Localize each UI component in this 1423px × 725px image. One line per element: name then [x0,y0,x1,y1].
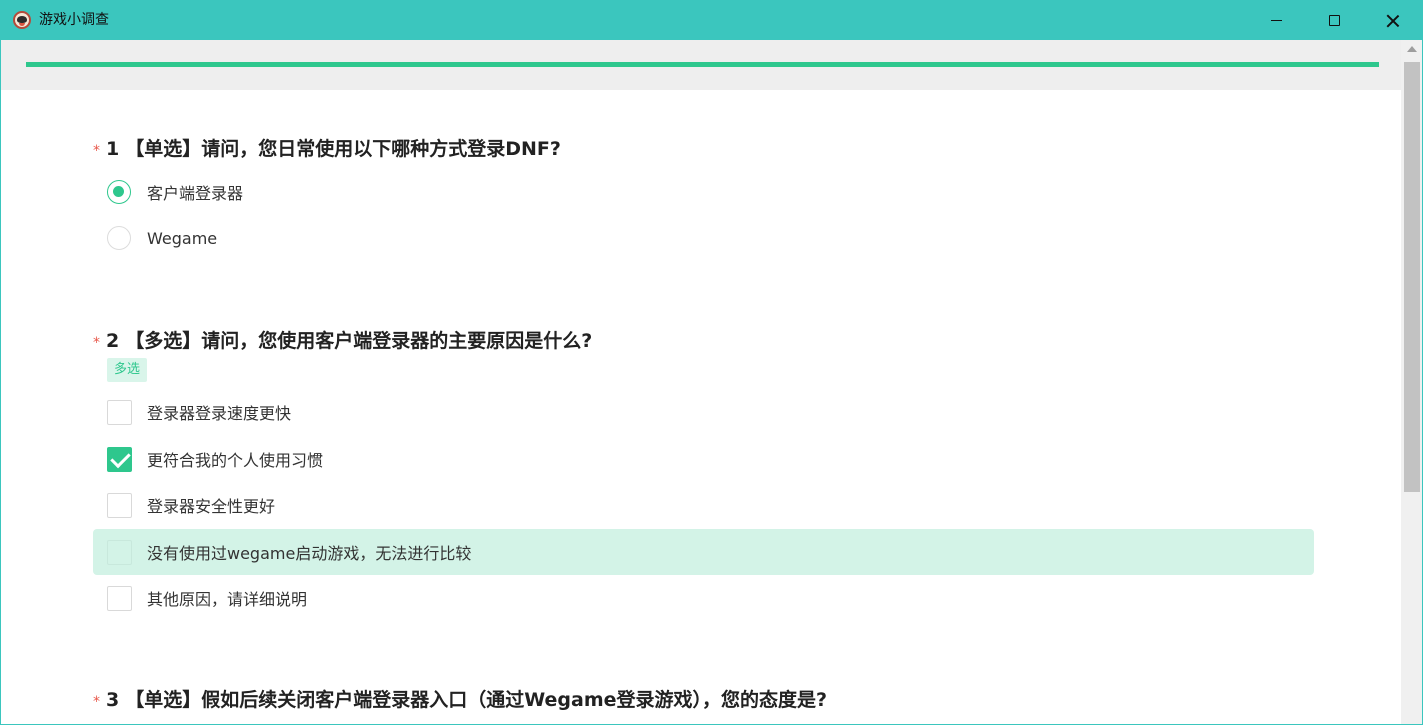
vertical-scrollbar[interactable] [1401,40,1422,724]
option-checkbox[interactable]: 登录器安全性更好 [93,482,1314,528]
option-label: 客户端登录器 [147,184,244,203]
question-1: * 1 【单选】请问，您日常使用以下哪种方式登录DNF? 客户端登录器 Wega… [93,134,561,250]
question-title: * 3 【单选】假如后续关闭客户端登录器入口（通过Wegame登录游戏），您的态… [93,685,827,712]
option-label: Wegame [147,228,218,248]
option-label: 登录器安全性更好 [147,497,276,516]
option-label: 其他原因，请详细说明 [147,590,308,609]
required-marker: * [93,335,100,351]
option-checkbox-hovered[interactable]: 没有使用过wegame启动游戏，无法进行比较 [93,529,1314,575]
option-label: 登录器登录速度更快 [147,404,292,423]
checkbox-unchecked[interactable] [107,492,132,518]
close-button[interactable] [1370,1,1416,40]
title-bar[interactable]: 游戏小调查 [1,1,1422,40]
option-checkbox[interactable]: 其他原因，请详细说明 [93,575,1314,621]
radio-unchecked[interactable] [107,226,131,250]
minimize-icon [1270,19,1282,22]
question-title: * 1 【单选】请问，您日常使用以下哪种方式登录DNF? [93,134,561,161]
question-text: 【单选】假如后续关闭客户端登录器入口（通过Wegame登录游戏），您的态度是? [125,689,828,711]
close-icon [1386,14,1400,28]
radio-checked[interactable] [107,180,131,204]
option-radio[interactable]: 客户端登录器 [93,169,1314,215]
multi-select-tag: 多选 [107,358,148,382]
progress-fill [26,62,1379,67]
question-2: * 2 【多选】请问，您使用客户端登录器的主要原因是什么? 多选 登录器登录速度… [93,326,1314,611]
question-number: 2 [106,330,120,352]
minimize-button[interactable] [1253,1,1299,40]
option-radio[interactable]: Wegame [93,215,1314,261]
option-checkbox[interactable]: 登录器登录速度更快 [93,389,1314,435]
required-marker: * [93,143,100,159]
option-label: 没有使用过wegame启动游戏，无法进行比较 [147,544,472,563]
survey-content: * 1 【单选】请问，您日常使用以下哪种方式登录DNF? 客户端登录器 Wega… [1,90,1401,724]
progress-bar [26,62,1379,67]
survey-header [1,40,1401,90]
app-window: 游戏小调查 * 1 【单选】请问，您日常使用以下哪种方式登录DNF? 客户端登录… [0,0,1423,725]
checkbox-unchecked[interactable] [107,539,132,565]
window-title: 游戏小调查 [39,12,109,28]
question-title: * 2 【多选】请问，您使用客户端登录器的主要原因是什么? [93,326,592,353]
checkbox-unchecked[interactable] [107,585,132,611]
maximize-button[interactable] [1311,1,1357,40]
option-label: 更符合我的个人使用习惯 [147,451,324,470]
checkbox-unchecked[interactable] [107,399,132,425]
question-3: * 3 【单选】假如后续关闭客户端登录器入口（通过Wegame登录游戏），您的态… [93,685,827,712]
scroll-up-arrow-icon[interactable] [1407,46,1417,52]
option-checkbox[interactable]: 更符合我的个人使用习惯 [93,436,1314,482]
maximize-icon [1328,15,1340,26]
scrollbar-thumb[interactable] [1404,62,1420,492]
question-number: 3 [106,689,120,711]
required-marker: * [93,694,100,710]
question-text: 【单选】请问，您日常使用以下哪种方式登录DNF? [125,138,561,160]
app-logo-icon [13,11,31,29]
question-text: 【多选】请问，您使用客户端登录器的主要原因是什么? [125,330,593,352]
question-number: 1 [106,138,120,160]
checkbox-checked[interactable] [107,446,132,472]
